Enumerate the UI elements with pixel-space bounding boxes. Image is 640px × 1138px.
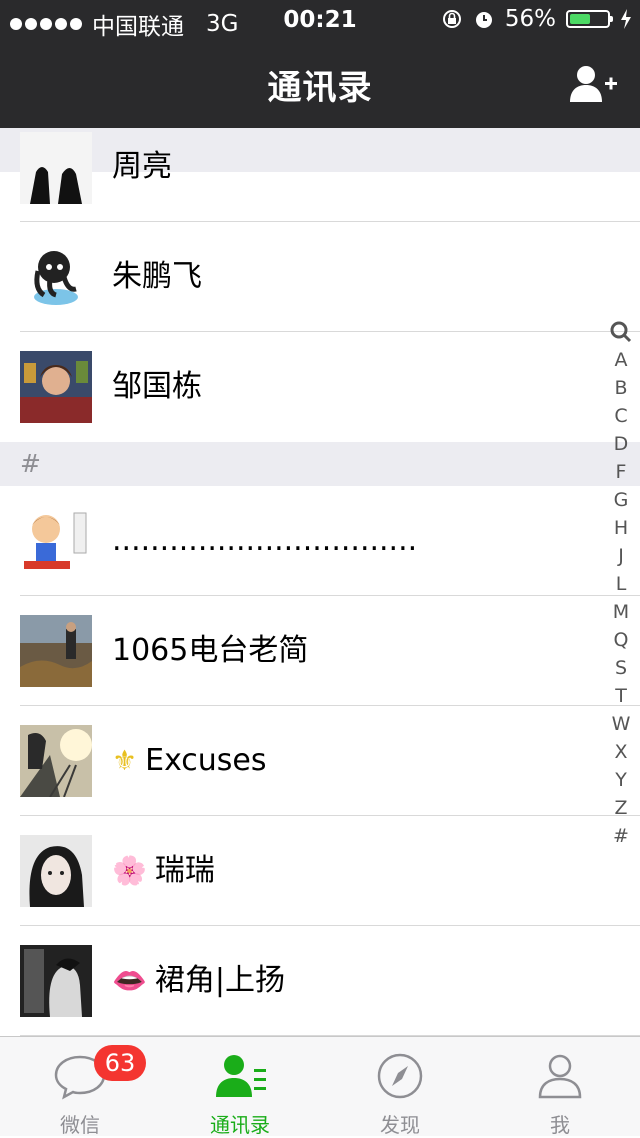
- search-icon[interactable]: [609, 318, 633, 346]
- add-contact-icon[interactable]: [568, 64, 618, 104]
- contacts-icon: [216, 1055, 266, 1097]
- index-letter[interactable]: J: [618, 542, 624, 570]
- tab-label: 发现: [380, 1113, 420, 1137]
- top-bar: 中国联通 3G 00:21 56% 通讯录: [0, 0, 640, 128]
- index-letter[interactable]: D: [614, 430, 629, 458]
- contact-avatar: [20, 351, 92, 423]
- index-letter[interactable]: S: [615, 654, 627, 682]
- contact-row[interactable]: 周亮: [0, 132, 640, 222]
- charging-icon: [621, 9, 631, 29]
- index-letter[interactable]: X: [614, 738, 627, 766]
- contact-name: 邹国栋: [112, 369, 202, 404]
- battery-icon: [566, 10, 613, 28]
- alarm-icon: [475, 12, 492, 28]
- alphabet-index-bar[interactable]: A B C D F G H J L M Q S T W X Y Z #: [608, 318, 634, 850]
- index-letter[interactable]: #: [613, 822, 629, 850]
- cherry-blossom-emoji: 🌸: [112, 854, 147, 887]
- status-bar: 中国联通 3G 00:21 56%: [0, 0, 640, 40]
- index-letter[interactable]: G: [614, 486, 629, 514]
- index-letter[interactable]: H: [614, 514, 628, 542]
- index-letter[interactable]: Y: [615, 766, 627, 794]
- index-letter[interactable]: F: [616, 458, 627, 486]
- tab-chats[interactable]: 63 微信: [0, 1037, 160, 1137]
- contact-name: ⚜ Excuses: [112, 706, 267, 816]
- index-letter[interactable]: W: [612, 710, 631, 738]
- index-letter[interactable]: M: [613, 598, 629, 626]
- tab-label: 我: [550, 1113, 570, 1137]
- contact-avatar: [20, 241, 92, 313]
- contact-avatar: [20, 835, 92, 907]
- battery-percent: 56%: [504, 6, 556, 32]
- tab-me[interactable]: 我: [480, 1037, 640, 1137]
- contact-avatar: [20, 505, 92, 577]
- contact-avatar: [20, 725, 92, 797]
- tab-label: 微信: [60, 1113, 100, 1137]
- index-letter[interactable]: A: [615, 346, 628, 374]
- contact-row[interactable]: 1065电台老简: [0, 596, 640, 706]
- tab-label: 通讯录: [210, 1113, 270, 1137]
- contact-avatar: [20, 615, 92, 687]
- contact-name: 🌸 瑞瑞: [112, 816, 215, 926]
- contact-name-text: 瑞瑞: [154, 853, 215, 888]
- tab-bar: 63 微信 通讯录 发现 我: [0, 1036, 640, 1137]
- fleur-de-lis-emoji: ⚜: [112, 744, 138, 777]
- lips-emoji: 👄: [112, 964, 147, 997]
- unread-badge: 63: [94, 1045, 146, 1081]
- contact-name: 周亮: [112, 149, 172, 184]
- rotation-lock-icon: [442, 10, 461, 28]
- contact-avatar: [20, 132, 92, 204]
- index-letter[interactable]: L: [616, 570, 627, 598]
- contact-avatar: [20, 945, 92, 1017]
- contact-row[interactable]: 👄 裙角|上扬: [0, 926, 640, 1036]
- person-icon: [538, 1054, 582, 1099]
- contact-list[interactable]: Z 周亮 朱鹏飞: [0, 128, 640, 1036]
- contact-name: ................................: [112, 523, 418, 558]
- contact-name: 1065电台老简: [112, 633, 309, 668]
- index-letter[interactable]: Z: [614, 794, 627, 822]
- contact-name-text: 裙角|上扬: [154, 963, 285, 998]
- contact-row[interactable]: 邹国栋: [0, 332, 640, 442]
- contact-name-text: Excuses: [145, 743, 267, 778]
- section-header: #: [0, 442, 640, 486]
- tab-discover[interactable]: 发现: [320, 1037, 480, 1137]
- contact-row[interactable]: 🌸 瑞瑞: [0, 816, 640, 926]
- compass-icon: [377, 1053, 423, 1099]
- contact-row[interactable]: ................................: [0, 486, 640, 596]
- tab-contacts[interactable]: 通讯录: [160, 1037, 320, 1137]
- section-header: Z: [0, 128, 640, 172]
- contact-row[interactable]: ⚜ Excuses: [0, 706, 640, 816]
- index-letter[interactable]: C: [614, 402, 627, 430]
- index-letter[interactable]: B: [614, 374, 627, 402]
- contact-name: 朱鹏飞: [112, 259, 202, 294]
- index-letter[interactable]: Q: [614, 626, 629, 654]
- index-letter[interactable]: T: [615, 682, 627, 710]
- page-title: 通讯录: [267, 68, 373, 108]
- contact-row[interactable]: 朱鹏飞: [0, 222, 640, 332]
- contact-name: 👄 裙角|上扬: [112, 926, 285, 1036]
